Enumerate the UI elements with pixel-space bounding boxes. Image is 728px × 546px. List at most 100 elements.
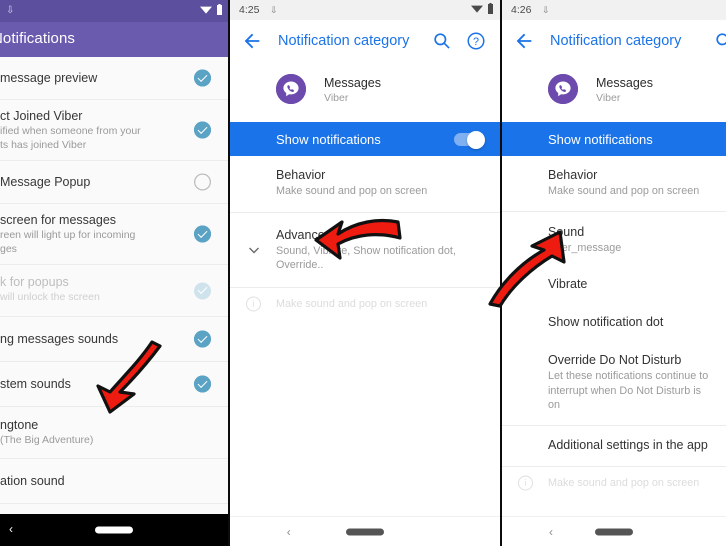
app-package-label: Viber [596,92,621,104]
info-icon: i [518,475,533,491]
page-title: Notifications [0,30,76,47]
wifi-icon [471,5,483,13]
panel3-status-bar: 4:26 ⇩ [502,0,726,20]
panel-notification-category-expanded: 4:26 ⇩ Notification category Messages Vi… [500,0,726,546]
list-item[interactable]: screen for messages reen will light up f… [0,204,228,265]
arrow-back-icon[interactable] [513,30,535,52]
back-chevron-icon[interactable]: ‹ [287,526,291,539]
list-item[interactable]: message preview [0,57,228,100]
list-item-override-dnd[interactable]: Override Do Not Disturb Let these notifi… [502,342,726,425]
checkbox-faded[interactable] [194,282,211,299]
list-item-subtitle-line2: ges [0,243,17,255]
status-icons [200,4,222,15]
chevron-down-icon[interactable] [247,243,261,257]
show-notifications-toggle[interactable] [454,130,485,149]
list-item-subtitle: Sound, Vibrate, Show notification dot, O… [276,244,456,272]
viber-app-icon [276,74,306,104]
list-item-sound[interactable]: Sound viber_message [502,210,726,267]
status-clock: 4:26 [511,4,532,16]
search-icon[interactable] [432,31,452,51]
panel-viber-notifications: ⇩ Notifications message preview ct Joine… [0,0,228,546]
list-item-subtitle: Make sound and pop on screen [276,297,428,310]
list-item-vibrate[interactable]: Vibrate [502,266,726,305]
app-name: Messages [596,76,653,90]
panel2-status-bar: 4:25 ⇩ [230,0,500,20]
home-pill[interactable] [95,526,133,534]
download-icon: ⇩ [270,5,278,15]
show-notifications-banner[interactable]: Show notifications [502,122,726,156]
panel1-nav-bar[interactable]: ‹ [0,514,228,546]
panel1-settings-list[interactable]: message preview ct Joined Viber ified wh… [0,57,228,514]
list-item[interactable]: ng messages sounds [0,317,228,362]
status-icons [471,3,493,14]
list-item-subtitle: Make sound and pop on screen [548,476,700,489]
list-item-title: Additional settings in the app [548,437,708,452]
list-item[interactable]: ation sound [0,459,228,504]
list-item-title: ation sound [0,474,65,488]
list-item-notification-dot[interactable]: Show notification dot [502,305,726,342]
status-clock: 4:25 [239,4,260,16]
list-item-title: ct Joined Viber [0,109,83,123]
list-item-subtitle: viber_message [548,241,622,254]
list-item-disabled[interactable]: e when ringing [0,504,228,514]
wifi-icon [200,6,212,14]
panel1-status-bar: ⇩ [0,0,228,22]
list-item-title: Sound [548,224,585,239]
viber-app-icon [548,74,578,104]
search-icon[interactable] [714,31,726,51]
panel-notification-category-collapsed: 4:25 ⇩ Notification category ? Messages … [228,0,500,546]
app-package-label: Viber [324,92,349,104]
panel2-app-info: Messages Viber [230,62,500,122]
show-notifications-label: Show notifications [548,132,653,147]
list-item-subtitle-line2: ts has joined Viber [0,139,87,151]
show-notifications-label: Show notifications [276,132,381,147]
home-pill[interactable] [595,528,633,535]
list-item-title: Behavior [548,168,598,182]
list-item[interactable]: Message Popup [0,161,228,204]
checkbox-on[interactable] [194,330,211,348]
checkbox-off[interactable] [194,174,211,191]
list-item[interactable]: ct Joined Viber ified when someone from … [0,100,228,161]
battery-icon [217,4,222,15]
panel3-app-info: Messages Viber [502,62,726,122]
list-item-subtitle: Make sound and pop on screen [276,185,428,197]
back-chevron-icon[interactable]: ‹ [549,526,553,539]
list-item-hint: i Make sound and pop on screen [502,465,726,500]
battery-icon [488,3,493,14]
toggle-knob [467,130,485,149]
download-icon: ⇩ [6,5,15,16]
download-icon: ⇩ [542,5,550,15]
checkbox-on[interactable] [194,121,211,139]
list-item-subtitle: Let these notifications continue to [548,370,709,382]
help-icon[interactable]: ? [466,31,486,51]
list-item-subtitle: (The Big Adventure) [0,434,94,446]
show-notifications-banner[interactable]: Show notifications [230,122,500,156]
list-item-behavior[interactable]: Behavior Make sound and pop on screen [502,156,726,211]
panel2-app-bar: Notification category ? [230,20,500,62]
list-item-additional-settings[interactable]: Additional settings in the app [502,424,726,466]
list-item-subtitle: Make sound and pop on screen [548,185,700,197]
arrow-back-icon[interactable] [241,30,263,52]
list-item[interactable]: stem sounds [0,362,228,407]
list-item[interactable]: ngtone (The Big Adventure) [0,407,228,459]
list-item-title: screen for messages [0,213,117,227]
list-item-behavior[interactable]: Behavior Make sound and pop on screen [230,156,500,212]
back-chevron-icon[interactable]: ‹ [9,522,13,536]
home-pill[interactable] [346,528,384,535]
page-title: Notification category [278,33,410,49]
panel2-settings-list[interactable]: Behavior Make sound and pop on screen Ad… [230,156,500,320]
svg-text:?: ? [473,36,479,48]
list-item-subtitle-line2: interrupt when Do Not Disturb is on [548,384,702,412]
panel3-nav-bar[interactable]: ‹ [502,516,726,546]
list-item-disabled[interactable]: k for popups will unlock the screen [0,265,228,317]
list-item-title: Show notification dot [548,315,664,329]
panel1-app-bar: Notifications [0,22,228,57]
panel3-settings-list[interactable]: Behavior Make sound and pop on screen So… [502,156,726,499]
panel2-nav-bar[interactable]: ‹ [230,516,500,546]
page-title: Notification category [550,33,682,49]
checkbox-on[interactable] [194,375,211,393]
list-item-advanced[interactable]: Advanced Sound, Vibrate, Show notificati… [230,211,500,287]
checkbox-on[interactable] [194,69,211,87]
info-icon: i [246,296,261,312]
checkbox-on[interactable] [194,225,211,243]
